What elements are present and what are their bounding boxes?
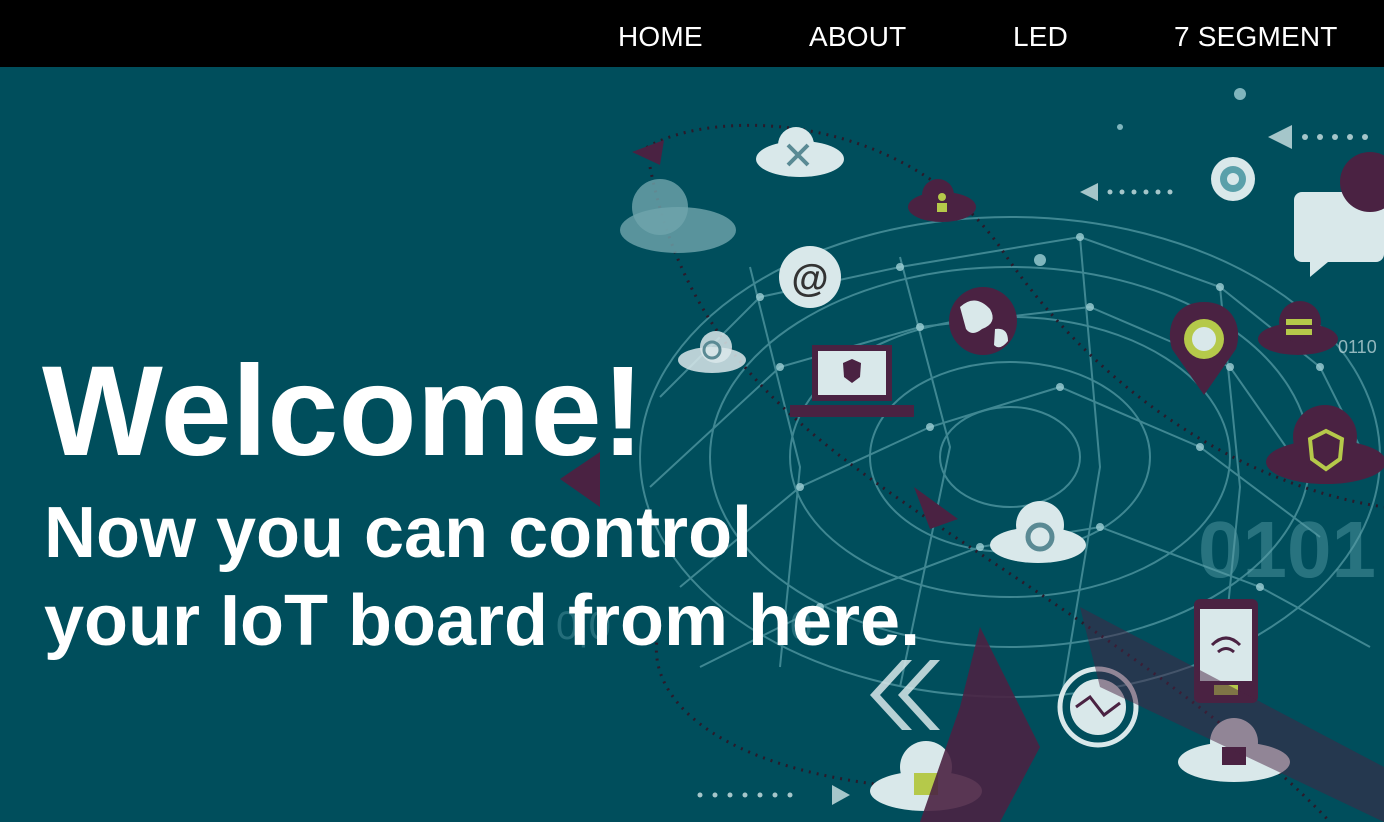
welcome-heading: Welcome!	[42, 340, 645, 483]
laptop-shield-icon	[790, 345, 914, 417]
binary-text-small: 0110	[1338, 337, 1377, 357]
top-navbar: HOME ABOUT LED 7 SEGMENT	[0, 0, 1384, 67]
hero-subtitle-line-2: your IoT board from here.	[44, 581, 921, 661]
nav-about[interactable]: ABOUT	[809, 20, 906, 54]
double-chevron-left-icon	[870, 660, 940, 730]
nav-7-segment[interactable]: 7 SEGMENT	[1174, 20, 1338, 54]
nav-home[interactable]: HOME	[618, 20, 703, 54]
target-icon	[1211, 157, 1255, 201]
nav-led[interactable]: LED	[1013, 20, 1068, 54]
at-sign-icon: @	[779, 246, 841, 308]
binary-text-large: 0101	[1198, 505, 1376, 594]
striped-cloud-icon	[620, 179, 736, 253]
hero-section: @ 0101 0110 0|0 0 Welcome! Now you can c…	[0, 67, 1384, 822]
orbit-arrow-icon	[914, 487, 958, 529]
tools-cloud-icon	[756, 127, 844, 177]
chat-bubble-icon	[1294, 152, 1384, 277]
location-pin-icon	[1169, 302, 1239, 395]
hero-subtitle-line-1: Now you can control	[44, 493, 753, 573]
svg-text:@: @	[791, 258, 828, 300]
purple-tower-shape	[920, 627, 1040, 822]
world-globe-icon	[949, 287, 1017, 355]
server-cloud-icon	[1258, 301, 1338, 355]
user-cloud-icon	[908, 179, 976, 222]
orbit-arrow-icon	[632, 140, 664, 165]
